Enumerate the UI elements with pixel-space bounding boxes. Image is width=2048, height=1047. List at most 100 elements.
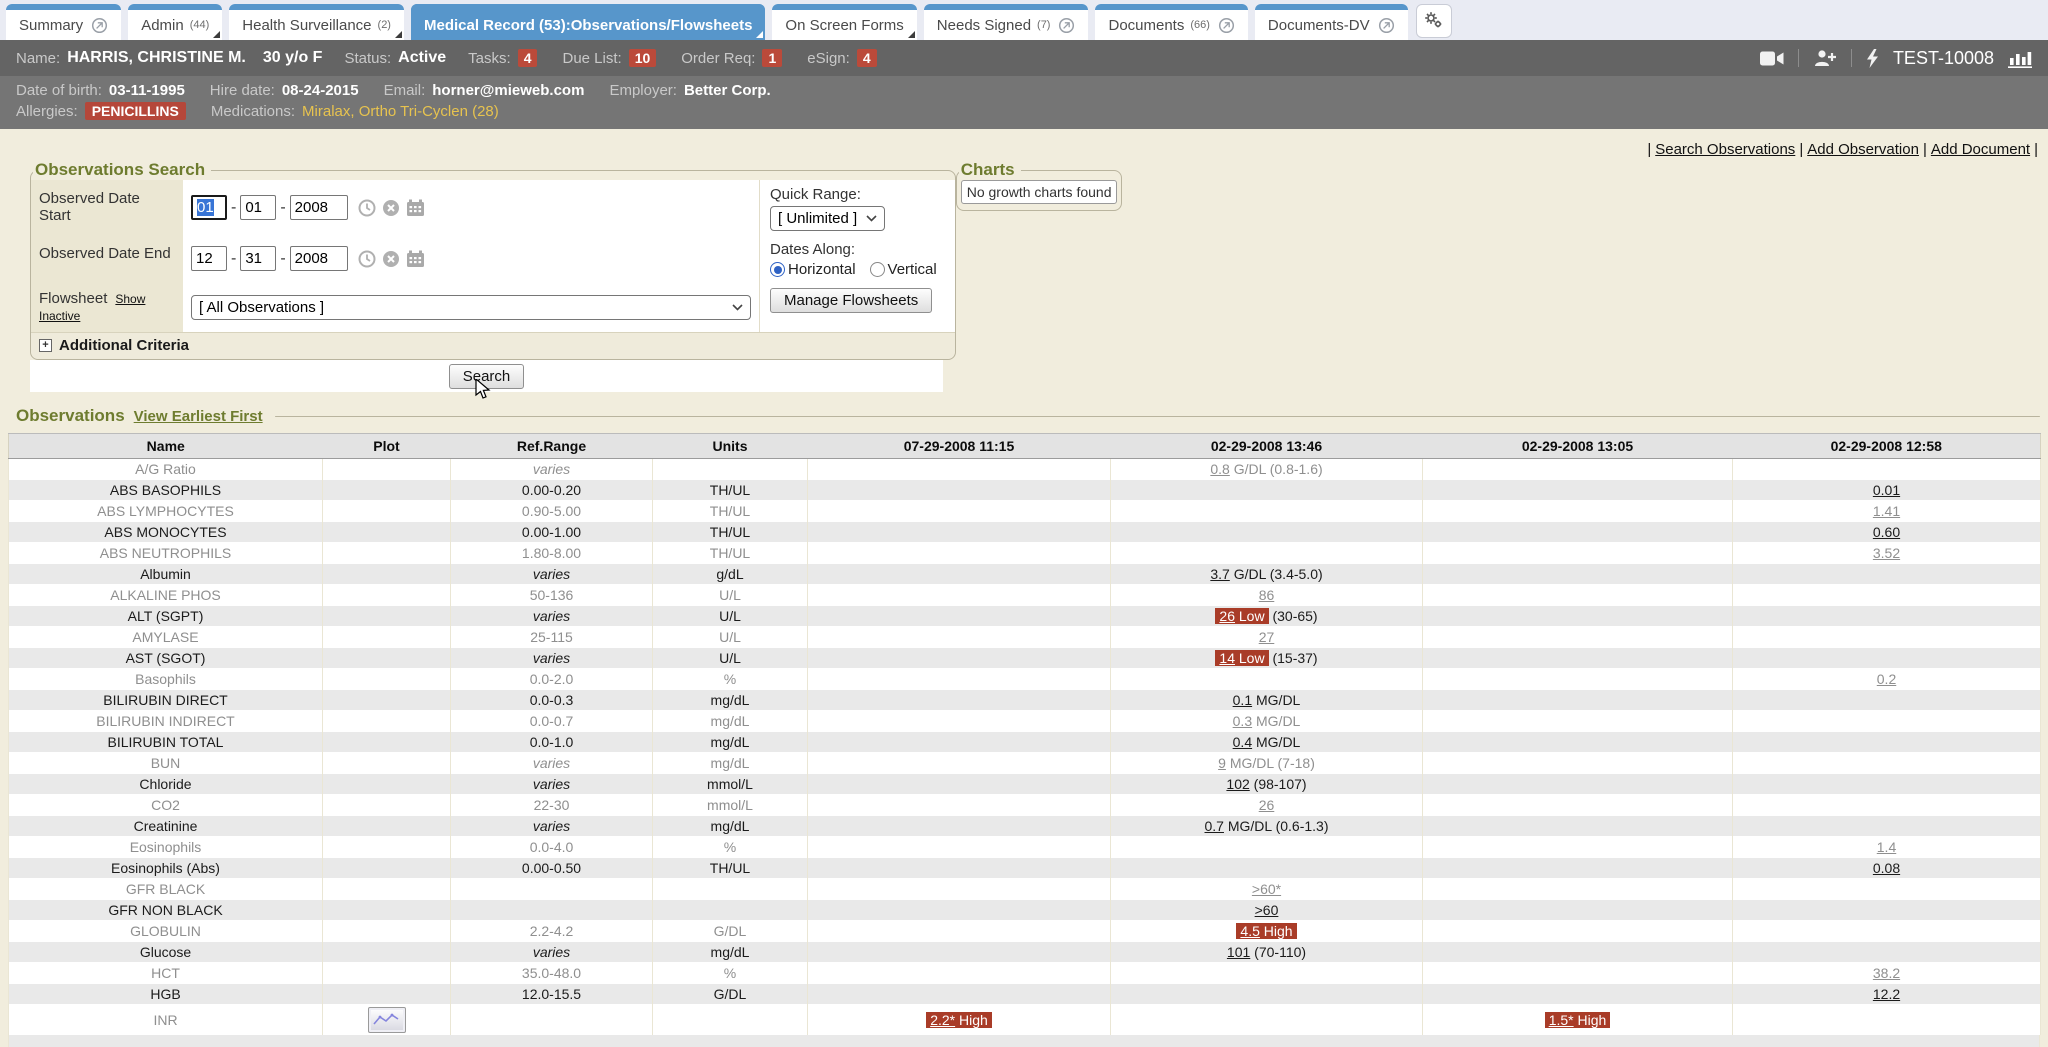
value-suffix: MG/DL — [1256, 734, 1300, 750]
date-separator — [280, 250, 285, 268]
quick-range-select[interactable]: [ Unlimited ] — [770, 206, 885, 231]
date-start-month-input[interactable]: 01 — [191, 195, 227, 220]
popup-icon[interactable] — [91, 17, 108, 34]
tab-documents-dv[interactable]: Documents-DV — [1255, 4, 1408, 40]
add-document-link[interactable]: Add Document — [1931, 141, 2030, 158]
date-end-day-input[interactable]: 31 — [240, 246, 276, 271]
observation-value-link[interactable]: 26 — [1259, 797, 1275, 813]
observation-name: BILIRUBIN TOTAL — [9, 732, 323, 753]
value-cell-4: 3.52 — [1733, 543, 2041, 564]
observation-value-link[interactable]: 86 — [1259, 587, 1275, 603]
observation-value-link[interactable]: 4.5 — [1240, 923, 1259, 939]
expand-plus-icon[interactable]: + — [39, 339, 52, 352]
bar-chart-icon[interactable] — [2008, 49, 2032, 68]
allergy-list: PENICILLINS — [85, 101, 186, 122]
ref-range: varies — [533, 608, 570, 624]
counter-badge[interactable]: 1 — [762, 49, 782, 67]
tab-summary[interactable]: Summary — [6, 4, 121, 40]
observation-value-link[interactable]: 0.8 — [1210, 461, 1229, 477]
counter-badge[interactable]: 10 — [629, 49, 657, 67]
time-icon[interactable] — [358, 250, 376, 268]
observation-value-link[interactable]: 1.4 — [1877, 839, 1896, 855]
manage-flowsheets-button[interactable]: Manage Flowsheets — [770, 288, 932, 313]
tab-needs-signed[interactable]: Needs Signed(7) — [924, 4, 1089, 40]
date-start-day-input[interactable]: 01 — [240, 195, 276, 220]
observation-value-link[interactable]: 0.01 — [1873, 482, 1900, 498]
observation-value-link[interactable]: 3.52 — [1873, 545, 1900, 561]
plot-sparkline-button[interactable] — [368, 1007, 406, 1033]
tab-medical-record-53-observations-flowsheets[interactable]: Medical Record (53):Observations/Flowshe… — [411, 4, 765, 40]
value-cell-3 — [1423, 690, 1733, 711]
detail-label: Hire date: — [210, 80, 275, 101]
additional-criteria-toggle[interactable]: + Additional Criteria — [31, 332, 955, 359]
observation-value-link[interactable]: 9 — [1218, 755, 1226, 771]
calendar-icon[interactable] — [406, 199, 425, 217]
observation-value-link[interactable]: 27 — [1259, 629, 1275, 645]
popup-icon[interactable] — [1058, 17, 1075, 34]
value-cell-2: 14 Low (15-37) — [1111, 648, 1423, 669]
calendar-icon[interactable] — [406, 250, 425, 268]
radio-button[interactable] — [870, 262, 885, 277]
observation-value-link[interactable]: 3.7 — [1210, 566, 1229, 582]
charts-title: Charts — [959, 160, 1021, 180]
observation-value-link[interactable]: 0.4 — [1233, 734, 1252, 750]
observation-value-link[interactable]: 1.5* — [1549, 1012, 1574, 1028]
plot-cell — [323, 606, 451, 627]
observation-value-link[interactable]: 2.2* — [930, 1012, 955, 1028]
observation-value-link[interactable]: 14 — [1219, 650, 1235, 666]
radio-button[interactable] — [770, 262, 785, 277]
plot-cell — [323, 942, 451, 963]
tab-admin[interactable]: Admin(44) — [128, 4, 222, 40]
observation-value-link[interactable]: 0.60 — [1873, 524, 1900, 540]
observation-value-link[interactable]: 26 — [1219, 608, 1235, 624]
tab-documents[interactable]: Documents(66) — [1095, 4, 1247, 40]
observation-value-link[interactable]: 102 — [1226, 776, 1249, 792]
observation-value-link[interactable]: 38.2 — [1873, 965, 1900, 981]
tab-on-screen-forms[interactable]: On Screen Forms — [772, 4, 916, 40]
search-observations-link[interactable]: Search Observations — [1655, 141, 1795, 158]
radio-horizontal[interactable]: Horizontal — [770, 261, 856, 278]
radio-vertical[interactable]: Vertical — [870, 261, 937, 278]
date-end-year-input[interactable]: 2008 — [290, 246, 348, 271]
observation-value-link[interactable]: 101 — [1227, 944, 1250, 960]
video-camera-icon[interactable] — [1760, 50, 1784, 67]
popup-icon[interactable] — [1218, 17, 1235, 34]
medication-link-ortho-tri-cyclen-28[interactable]: Ortho Tri-Cyclen (28) — [359, 103, 499, 120]
view-earliest-first-link[interactable]: View Earliest First — [134, 408, 263, 425]
table-row-gfr-black: GFR BLACK>60* — [9, 879, 2041, 900]
observation-name: ABS NEUTROPHILS — [9, 543, 323, 564]
time-icon[interactable] — [358, 199, 376, 217]
observation-value-link[interactable]: 0.2 — [1877, 671, 1896, 687]
observation-value-link[interactable]: 0.3 — [1233, 713, 1252, 729]
observation-value-link[interactable]: 0.08 — [1873, 860, 1900, 876]
observation-value-link[interactable]: 12.2 — [1873, 986, 1900, 1002]
observation-name: AMYLASE — [9, 627, 323, 648]
date-start-year-input[interactable]: 2008 — [290, 195, 348, 220]
add-observation-link[interactable]: Add Observation — [1807, 141, 1919, 158]
table-row-eosinophils-abs: Eosinophils (Abs)0.00-0.50TH/UL0.08 — [9, 858, 2041, 879]
counter-badge[interactable]: 4 — [518, 49, 538, 67]
counter-order-req: Order Req:1 — [681, 49, 782, 67]
lightning-bolt-icon[interactable] — [1866, 49, 1879, 68]
units-cell: mg/dL — [653, 942, 808, 963]
add-person-icon[interactable] — [1813, 49, 1837, 67]
clear-date-icon[interactable] — [382, 199, 400, 217]
observation-value-link[interactable]: 1.41 — [1873, 503, 1900, 519]
clear-date-icon[interactable] — [382, 250, 400, 268]
observation-value-link[interactable]: >60 — [1255, 902, 1279, 918]
counter-badge[interactable]: 4 — [857, 49, 877, 67]
observation-value-link[interactable]: 0.1 — [1233, 692, 1252, 708]
medication-link-miralax[interactable]: Miralax — [302, 103, 350, 120]
allergy-badge[interactable]: PENICILLINS — [85, 102, 186, 120]
settings-tab-button[interactable] — [1416, 4, 1452, 38]
observation-value-link[interactable]: 0.7 — [1205, 818, 1224, 834]
popup-icon[interactable] — [1378, 17, 1395, 34]
table-row-globulin: GLOBULIN2.2-4.2G/DL4.5 High — [9, 921, 2041, 942]
plot-cell — [323, 795, 451, 816]
date-end-month-input[interactable]: 12 — [191, 246, 227, 271]
flowsheet-select[interactable]: [ All Observations ] — [191, 295, 751, 320]
table-next-row-partial — [8, 1035, 2040, 1047]
charts-empty-message: No growth charts found — [961, 180, 1118, 204]
tab-health-surveillance[interactable]: Health Surveillance(2) — [229, 4, 404, 40]
observation-value-link[interactable]: >60* — [1252, 881, 1281, 897]
